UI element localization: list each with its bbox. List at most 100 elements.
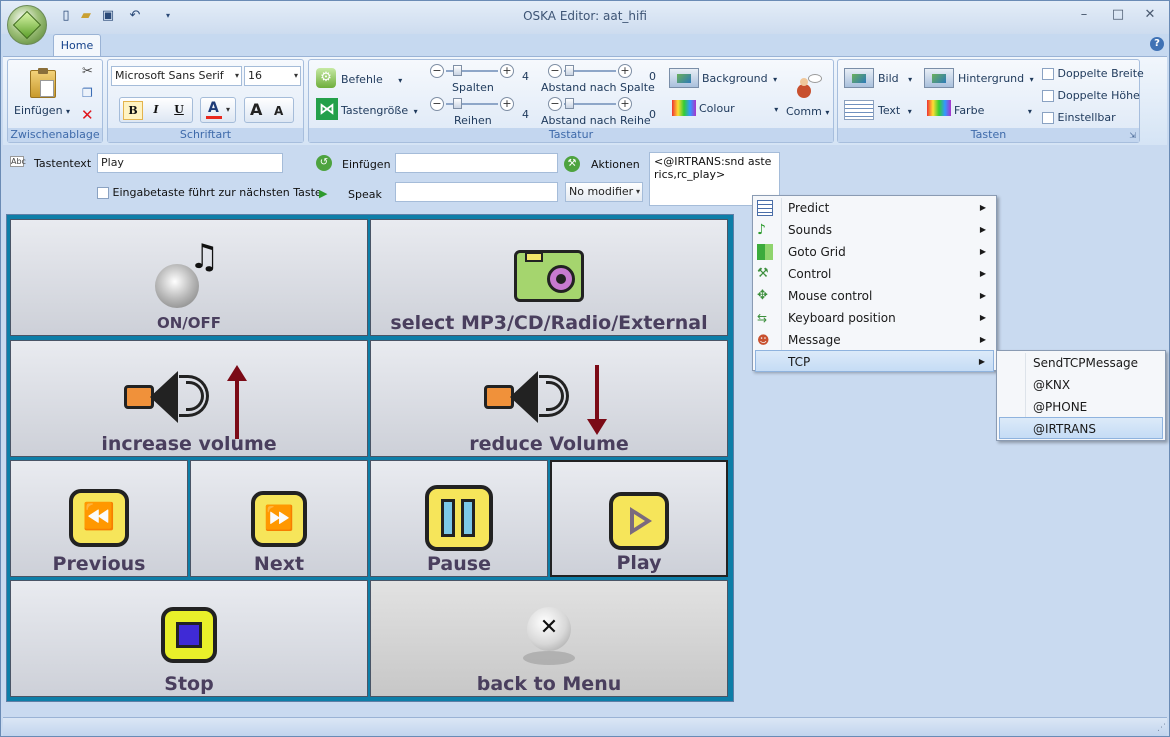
columns-decrease-button[interactable]: −	[430, 64, 444, 78]
key-background-button[interactable]: Hintergrund ▾	[958, 72, 1034, 85]
commands-button[interactable]: Befehle ▾	[341, 73, 402, 86]
colour-button[interactable]: Colour ▾	[699, 102, 778, 115]
key-text-button[interactable]: Text ▾	[878, 104, 912, 117]
keysize-button[interactable]: Tastengröße ▾	[341, 104, 418, 117]
shrink-font-icon[interactable]: A	[274, 104, 283, 118]
editor-window: ▯ ▰ ▣ ↶ ▾ OSKA Editor: aat_hifi – □ ✕ Ho…	[0, 0, 1170, 737]
colspace-decrease-button[interactable]: −	[548, 64, 562, 78]
group-font: Microsoft Sans Serif ▾ 16 ▾ B I U A ▾ A A …	[107, 59, 304, 143]
columns-increase-button[interactable]: +	[500, 64, 514, 78]
rowspace-label: Abstand nach Reihe	[541, 114, 651, 127]
grow-font-icon[interactable]: A	[250, 100, 262, 119]
bold-button[interactable]: B	[123, 101, 143, 120]
actions-icon: ⚒	[564, 156, 580, 172]
key-text-icon[interactable]	[844, 100, 874, 120]
key-color-icon[interactable]	[927, 100, 951, 116]
key-back-to-menu[interactable]: ✕ back to Menu	[370, 580, 728, 697]
menu-item-goto-grid[interactable]: Goto Grid ▶	[755, 241, 994, 263]
key-on-off[interactable]: ♫ ON/OFF	[10, 219, 368, 336]
key-play[interactable]: Play	[550, 460, 728, 577]
columns-slider-thumb[interactable]	[453, 65, 462, 76]
copy-icon[interactable]: ❐	[82, 86, 93, 100]
key-color-button[interactable]: Farbe ▾	[954, 104, 1032, 117]
comm-icon[interactable]	[793, 74, 822, 100]
comm-button[interactable]: Comm ▾	[786, 105, 829, 118]
font-family-select[interactable]: Microsoft Sans Serif ▾	[111, 66, 242, 86]
fast-forward-icon: ⏩	[251, 491, 307, 547]
person-message-icon: ☻	[757, 333, 770, 347]
double-height-checkbox[interactable]: Doppelte Höhe	[1042, 89, 1140, 102]
colour-icon[interactable]	[672, 100, 696, 116]
colspace-increase-button[interactable]: +	[618, 64, 632, 78]
key-reduce-volume[interactable]: reduce Volume	[370, 340, 728, 457]
key-previous[interactable]: ⏪ Previous	[10, 460, 188, 577]
wrench-icon: ⚒	[757, 266, 769, 281]
help-icon[interactable]: ?	[1150, 37, 1164, 51]
speak-input[interactable]	[395, 182, 558, 202]
menu-item-control[interactable]: ⚒ Control ▶	[755, 263, 994, 285]
maximize-button[interactable]: □	[1107, 8, 1129, 24]
menu-item-predict[interactable]: Predict ▶	[755, 197, 994, 219]
rows-increase-button[interactable]: +	[500, 97, 514, 111]
cut-icon[interactable]: ✂	[82, 64, 93, 79]
rowspace-increase-button[interactable]: +	[618, 97, 632, 111]
key-background-icon[interactable]	[924, 68, 954, 88]
commands-icon[interactable]: ⚙	[316, 68, 336, 88]
key-stop[interactable]: Stop	[10, 580, 368, 697]
group-label-font: Schriftart	[108, 128, 303, 142]
key-image-icon[interactable]	[844, 68, 874, 88]
rows-slider-thumb[interactable]	[453, 98, 462, 109]
menu-item-tcp[interactable]: TCP ▶	[755, 350, 994, 372]
key-image-button[interactable]: Bild ▾	[878, 72, 912, 85]
submenu-item-knx[interactable]: @KNX	[999, 374, 1163, 396]
key-pause[interactable]: Pause	[370, 460, 548, 577]
insert-input[interactable]	[395, 153, 558, 173]
key-increase-volume[interactable]: increase volume	[10, 340, 368, 457]
menu-item-message[interactable]: ☻ Message ▶	[755, 329, 994, 351]
background-button[interactable]: Background ▾	[702, 72, 777, 85]
rowspace-slider-thumb[interactable]	[565, 98, 574, 109]
enter-next-checkbox[interactable]: Eingabetaste führt zur nächsten Taste	[97, 186, 322, 199]
rowspace-decrease-button[interactable]: −	[548, 97, 562, 111]
key-select-source[interactable]: select MP3/CD/Radio/External	[370, 219, 728, 336]
app-menu-orb[interactable]	[7, 5, 47, 45]
minimize-button[interactable]: –	[1073, 8, 1095, 24]
underline-button[interactable]: U	[169, 101, 189, 120]
submenu-item-phone[interactable]: @PHONE	[999, 396, 1163, 418]
submenu-item-irtrans[interactable]: @IRTRANS	[999, 417, 1163, 439]
predict-icon	[757, 200, 773, 216]
close-button[interactable]: ✕	[1139, 8, 1161, 24]
delete-icon[interactable]: ✕	[81, 106, 94, 124]
menu-item-mouse-control[interactable]: ✥ Mouse control ▶	[755, 285, 994, 307]
adjustable-checkbox[interactable]: Einstellbar	[1042, 111, 1116, 124]
background-image-icon[interactable]	[669, 68, 699, 88]
keysize-icon[interactable]: ⋈	[316, 98, 338, 120]
speak-play-icon[interactable]: ▶	[319, 187, 327, 200]
keytext-input[interactable]: Play	[97, 153, 283, 173]
actions-label: Aktionen	[591, 158, 640, 171]
rows-decrease-button[interactable]: −	[430, 97, 444, 111]
submenu-item-sendtcpmessage[interactable]: SendTCPMessage	[999, 352, 1163, 374]
resize-grip-icon[interactable]: ⋰	[1157, 723, 1166, 733]
keytext-icon: Abc	[10, 156, 26, 167]
italic-button[interactable]: I	[146, 101, 166, 120]
rewind-icon: ⏪	[69, 489, 129, 547]
dialog-launcher-icon[interactable]: ⇲	[1129, 131, 1136, 140]
menu-item-sounds[interactable]: ♪ Sounds ▶	[755, 219, 994, 241]
keyboard-position-icon: ⇆	[757, 311, 768, 325]
font-color-button[interactable]: A ▾	[200, 97, 236, 123]
paste-button[interactable]: Einfügen ▾	[14, 104, 74, 117]
ribbon-tab-row	[1, 34, 1169, 57]
colspace-slider-thumb[interactable]	[565, 65, 574, 76]
paste-icon[interactable]	[30, 68, 56, 98]
modifier-select[interactable]: No modifier ▾	[565, 182, 643, 202]
context-menu: Predict ▶ ♪ Sounds ▶ Goto Grid ▶ ⚒ Control ▶ ✥…	[752, 195, 997, 372]
group-label-keyboard: Tastatur	[309, 128, 833, 142]
volume-down-icon	[484, 365, 614, 435]
double-width-checkbox[interactable]: Doppelte Breite	[1042, 67, 1144, 80]
font-size-select[interactable]: 16 ▾	[244, 66, 301, 86]
key-next[interactable]: ⏩ Next	[190, 460, 368, 577]
menu-item-keyboard-position[interactable]: ⇆ Keyboard position ▶	[755, 307, 994, 329]
tab-home[interactable]: Home	[53, 34, 101, 57]
app-logo-icon	[12, 10, 42, 40]
